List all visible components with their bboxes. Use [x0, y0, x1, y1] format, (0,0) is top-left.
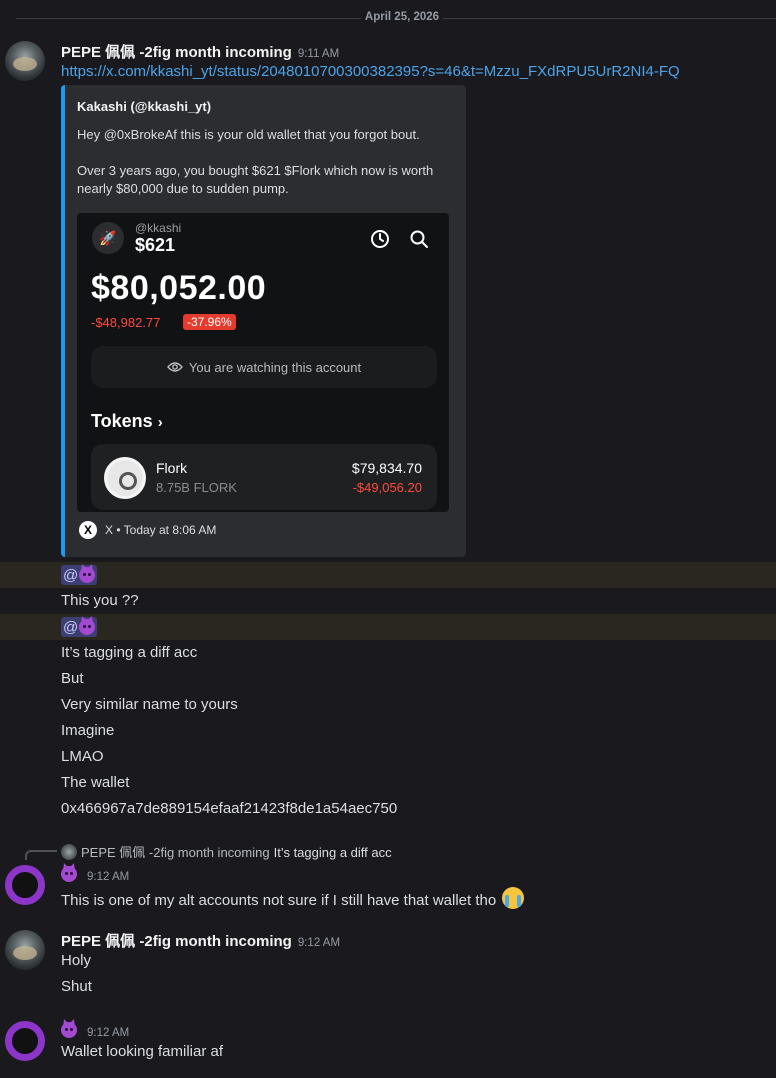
token-name: Flork [156, 460, 188, 476]
message-link[interactable]: https://x.com/kkashi_yt/status/204801070… [61, 63, 680, 80]
embed-author[interactable]: Kakashi (@kkashi_yt) [77, 99, 211, 114]
reply-author: PEPE 佩佩 -2fig month incoming [81, 845, 270, 860]
timestamp: 9:12 AM [87, 1027, 130, 1039]
timestamp: 9:12 AM [297, 937, 341, 949]
link-embed: Kakashi (@kkashi_yt) Hey @0xBrokeAf this… [61, 85, 466, 557]
reply-preview[interactable]: PEPE 佩佩 -2fig month incoming It’s tagging… [61, 842, 392, 861]
message-line: But [61, 670, 84, 687]
mention-highlight [0, 614, 776, 640]
message-header: 9:12 AM [61, 1022, 129, 1040]
token-value: $79,834.70 [351, 460, 422, 476]
embed-footer-text: X • Today at 8:06 AM [105, 523, 217, 537]
embed-footer: X X • Today at 8:06 AM [79, 521, 216, 539]
username[interactable]: PEPE 佩佩 -2fig month incoming [61, 44, 292, 61]
embed-description-1: Hey @0xBrokeAf this is your old wallet t… [77, 127, 420, 142]
message-line: Imagine [61, 722, 115, 739]
token-change: -$49,056.20 [352, 480, 422, 495]
reply-text: It’s tagging a diff acc [273, 845, 392, 860]
message-header: 9:12 AM [61, 866, 129, 884]
devil-emoji-icon[interactable] [61, 866, 77, 882]
embed-image[interactable]: 🚀 @kkashi $621 $80,052.00 -$48,982.77 -3… [77, 213, 449, 512]
wallet-handle: @kkashi [135, 221, 182, 235]
reply-avatar [61, 844, 77, 860]
username[interactable]: PEPE 佩佩 -2fig month incoming [61, 933, 292, 950]
date-divider-label: April 25, 2026 [360, 11, 444, 23]
wallet-delta-percent: -37.96% [183, 314, 236, 330]
watching-banner: You are watching this account [91, 346, 437, 388]
rocket-icon: 🚀 [92, 222, 124, 254]
reply-connector [25, 850, 57, 860]
devil-emoji-icon [79, 567, 96, 583]
tokens-heading: Tokens › [91, 411, 163, 431]
wallet-small-value: $621 [135, 235, 176, 255]
token-amount: 8.75B FLORK [156, 480, 237, 495]
timestamp: 9:11 AM [297, 48, 340, 60]
chevron-right-icon: › [157, 414, 163, 431]
avatar[interactable] [5, 1021, 45, 1061]
message-line: Wallet looking familiar af [61, 1043, 224, 1060]
message-header: PEPE 佩佩 -2fig month incoming 9:11 AM [61, 41, 339, 62]
message-line: Very similar name to yours [61, 696, 238, 713]
timestamp: 9:12 AM [87, 871, 130, 883]
message-line: This is one of my alt accounts not sure … [61, 887, 525, 909]
mention-highlight [0, 562, 776, 588]
wallet-balance: $80,052.00 [91, 269, 267, 307]
search-icon [410, 230, 428, 248]
message-line: 0x466967a7de889154efaaf21423f8de1a54aec7… [61, 800, 398, 817]
devil-emoji-icon [79, 619, 96, 635]
flork-token-icon [104, 457, 146, 499]
message-line: This you ?? [61, 592, 139, 609]
crying-emoji-icon [502, 887, 525, 909]
watching-text: You are watching this account [188, 359, 362, 375]
user-mention[interactable]: @ [61, 617, 98, 637]
user-mention[interactable]: @ [61, 565, 98, 585]
avatar[interactable] [5, 41, 45, 81]
message-line: It’s tagging a diff acc [61, 644, 198, 661]
message-line: The wallet [61, 774, 130, 791]
eye-icon [166, 362, 183, 372]
token-row: Flork 8.75B FLORK $79,834.70 -$49,056.20 [91, 444, 437, 510]
message-header: PEPE 佩佩 -2fig month incoming 9:12 AM [61, 930, 340, 951]
wallet-delta: -$48,982.77 [91, 315, 161, 330]
x-logo-icon: X [79, 521, 97, 539]
message-line: LMAO [61, 748, 104, 765]
avatar[interactable] [5, 865, 45, 905]
message-line: Shut [61, 978, 92, 995]
message-line: Holy [61, 952, 92, 969]
embed-description-2: Over 3 years ago, you bought $621 $Flork… [77, 163, 434, 196]
avatar[interactable] [5, 930, 45, 970]
devil-emoji-icon[interactable] [61, 1022, 77, 1038]
clock-icon [371, 230, 389, 248]
